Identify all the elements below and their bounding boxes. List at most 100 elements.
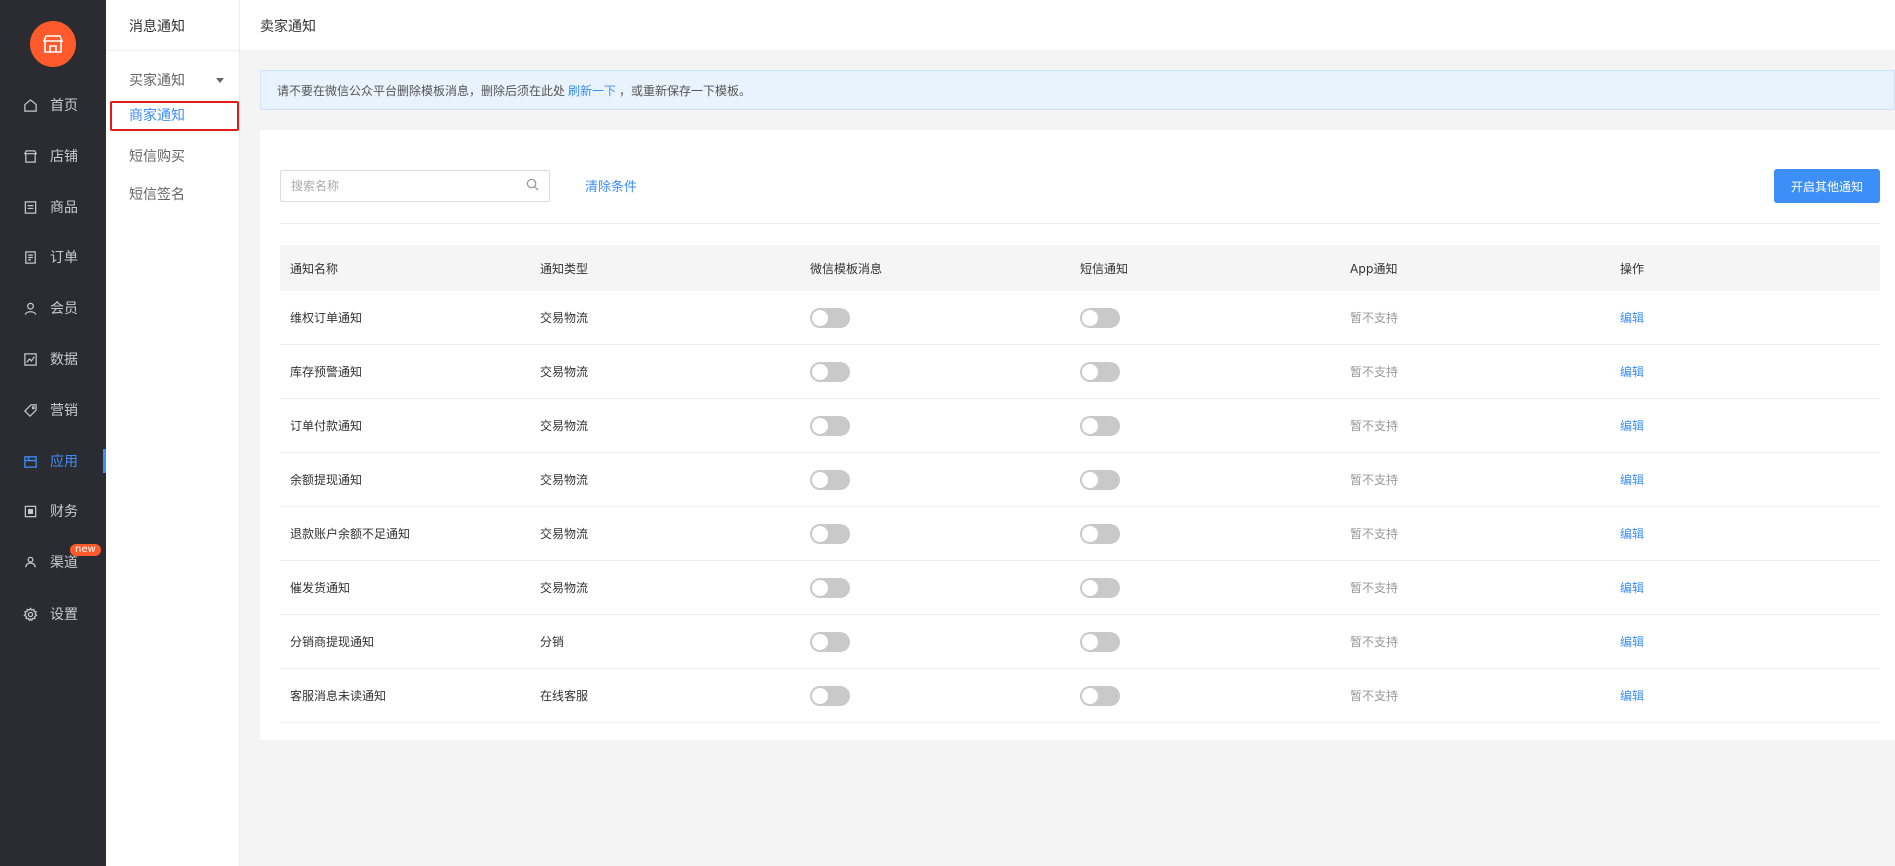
wechat-template-cell: [800, 631, 1070, 652]
wechat-template-toggle[interactable]: [810, 307, 850, 328]
nav-item-channel[interactable]: 渠道 new: [0, 542, 106, 582]
search-input[interactable]: [291, 179, 526, 193]
action-cell: 编辑: [1610, 633, 1880, 650]
edit-link[interactable]: 编辑: [1620, 311, 1644, 325]
divider: [106, 50, 240, 51]
nav-item-label: 订单: [50, 250, 78, 266]
nav-item-goods[interactable]: 商品: [0, 187, 106, 227]
notice-type: 交易物流: [540, 419, 589, 433]
nav-item-shop[interactable]: 店铺: [0, 136, 106, 176]
action-cell: 编辑: [1610, 309, 1880, 326]
wechat-template-toggle[interactable]: [810, 631, 850, 652]
wechat-template-toggle[interactable]: [810, 577, 850, 598]
channel-icon: [22, 554, 38, 570]
edit-link[interactable]: 编辑: [1620, 689, 1644, 703]
notice-name: 订单付款通知: [290, 419, 363, 433]
nav-item-data[interactable]: 数据: [0, 339, 106, 379]
store-logo-icon[interactable]: [30, 21, 76, 67]
nav-item-member[interactable]: 会员: [0, 288, 106, 328]
notice-name: 分销商提现通知: [290, 635, 375, 649]
table-row: 余额提现通知 交易物流 暂不支持 编辑: [280, 453, 1880, 507]
nav-item-label: 商品: [50, 200, 78, 216]
table-row: 催发货通知 交易物流 暂不支持 编辑: [280, 561, 1880, 615]
table-row: 分销商提现通知 分销 暂不支持 编辑: [280, 615, 1880, 669]
wechat-template-toggle[interactable]: [810, 469, 850, 490]
notice-name: 客服消息未读通知: [290, 689, 387, 703]
notice-type: 交易物流: [540, 527, 589, 541]
table-header: 通知名称 通知类型 微信模板消息 短信通知 App通知 操作: [280, 245, 1880, 291]
app-notice-status: 暂不支持: [1350, 473, 1399, 487]
wechat-template-toggle[interactable]: [810, 415, 850, 436]
submenu-item-sms-signature[interactable]: 短信签名: [129, 184, 185, 204]
wechat-template-toggle[interactable]: [810, 361, 850, 382]
edit-link[interactable]: 编辑: [1620, 581, 1644, 595]
info-notice: 请不要在微信公众平台删除模板消息，删除后须在此处 刷新一下 ，或重新保存一下模板…: [260, 70, 1895, 110]
wechat-template-toggle[interactable]: [810, 685, 850, 706]
action-cell: 编辑: [1610, 579, 1880, 596]
notice-type: 交易物流: [540, 581, 589, 595]
notice-name: 维权订单通知: [290, 311, 363, 325]
edit-link[interactable]: 编辑: [1620, 635, 1644, 649]
app-notice-status: 暂不支持: [1350, 689, 1399, 703]
chevron-down-icon: [216, 77, 224, 83]
notice-text-before: 请不要在微信公众平台删除模板消息，删除后须在此处: [277, 83, 566, 98]
search-icon[interactable]: [526, 178, 539, 195]
edit-link[interactable]: 编辑: [1620, 365, 1644, 379]
sms-toggle[interactable]: [1080, 631, 1120, 652]
edit-link[interactable]: 编辑: [1620, 473, 1644, 487]
wechat-template-toggle[interactable]: [810, 523, 850, 544]
clear-filters-link[interactable]: 清除条件: [585, 176, 637, 195]
search-box[interactable]: [280, 170, 550, 202]
sms-cell: [1070, 469, 1340, 490]
notice-type: 分销: [540, 635, 565, 649]
wechat-template-cell: [800, 361, 1070, 382]
app-notice-status: 暂不支持: [1350, 635, 1399, 649]
submenu-item-merchant-notice[interactable]: 商家通知: [110, 101, 239, 131]
nav-item-settings[interactable]: 设置: [0, 594, 106, 634]
sms-cell: [1070, 631, 1340, 652]
nav-item-home[interactable]: 首页: [0, 85, 106, 125]
sms-toggle[interactable]: [1080, 577, 1120, 598]
page-header: 卖家通知: [240, 0, 1895, 50]
column-header: 通知名称: [290, 261, 339, 276]
home-icon: [22, 97, 38, 113]
content-card: 清除条件 开启其他通知 通知名称 通知类型 微信模板消息 短信通知 App通知 …: [260, 130, 1895, 740]
sms-cell: [1070, 577, 1340, 598]
sms-toggle[interactable]: [1080, 415, 1120, 436]
action-cell: 编辑: [1610, 417, 1880, 434]
order-icon: [22, 249, 38, 265]
sms-toggle[interactable]: [1080, 469, 1120, 490]
edit-link[interactable]: 编辑: [1620, 419, 1644, 433]
nav-item-finance[interactable]: 财务: [0, 491, 106, 531]
submenu-item-buyer-notice[interactable]: 买家通知: [129, 70, 224, 90]
refresh-link[interactable]: 刷新一下: [568, 82, 616, 99]
notice-name: 退款账户余额不足通知: [290, 527, 411, 541]
sms-toggle[interactable]: [1080, 523, 1120, 544]
submenu-item-label: 买家通知: [129, 73, 185, 89]
main-sidebar: 首页 店铺 商品 订单 会员 数据 营销 应用 财务 渠道 new 设置: [0, 0, 106, 866]
wechat-template-cell: [800, 577, 1070, 598]
action-cell: 编辑: [1610, 471, 1880, 488]
column-header: 操作: [1620, 261, 1645, 276]
wechat-template-cell: [800, 415, 1070, 436]
notification-table: 通知名称 通知类型 微信模板消息 短信通知 App通知 操作 维权订单通知交易物…: [280, 245, 1880, 723]
nav-item-label: 会员: [50, 301, 78, 317]
app-notice-status: 暂不支持: [1350, 311, 1399, 325]
submenu-item-sms-purchase[interactable]: 短信购买: [129, 146, 185, 166]
sms-toggle[interactable]: [1080, 685, 1120, 706]
tag-icon: [22, 402, 38, 418]
nav-item-label: 首页: [50, 98, 78, 114]
edit-link[interactable]: 编辑: [1620, 527, 1644, 541]
sms-cell: [1070, 685, 1340, 706]
enable-other-notice-button[interactable]: 开启其他通知: [1774, 169, 1880, 203]
action-cell: 编辑: [1610, 363, 1880, 380]
notice-type: 交易物流: [540, 311, 589, 325]
nav-item-apps[interactable]: 应用: [0, 441, 106, 481]
sms-toggle[interactable]: [1080, 307, 1120, 328]
column-header: 通知类型: [540, 261, 589, 276]
nav-item-marketing[interactable]: 营销: [0, 390, 106, 430]
sms-cell: [1070, 415, 1340, 436]
sms-toggle[interactable]: [1080, 361, 1120, 382]
notice-type: 交易物流: [540, 473, 589, 487]
nav-item-order[interactable]: 订单: [0, 237, 106, 277]
